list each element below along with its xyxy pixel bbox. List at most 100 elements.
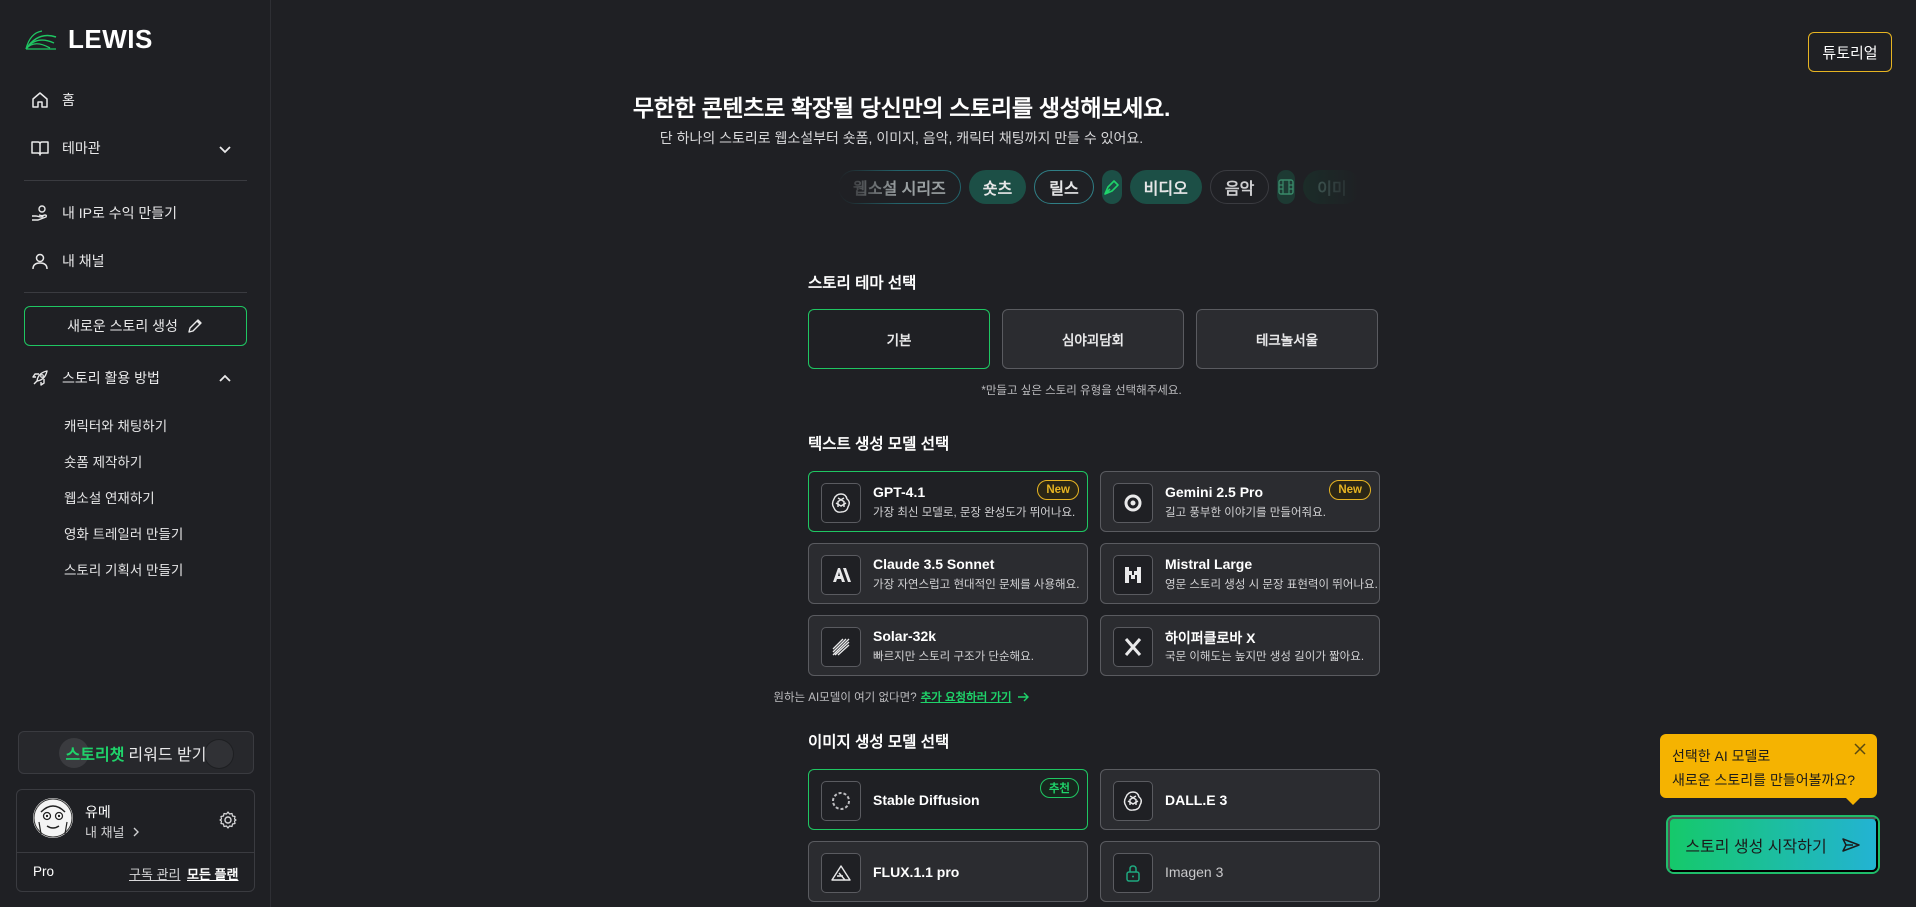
model-description: 영문 스토리 생성 시 문장 표현력이 뛰어나요. — [1165, 579, 1378, 591]
image-model-card-flux[interactable]: FLUX.1.1 pro — [808, 841, 1088, 902]
pencil-icon — [188, 319, 202, 333]
decoration-blob — [205, 740, 233, 768]
sidebar-subitem-proposal[interactable]: 스토리 기획서 만들기 — [64, 559, 183, 579]
profile-channel-label: 내 채널 — [85, 825, 125, 840]
hand-coin-icon — [32, 205, 48, 221]
image-model-card-imagen3[interactable]: Imagen 3 — [1100, 841, 1380, 902]
lock-icon — [1113, 853, 1153, 893]
new-badge: New — [1037, 480, 1079, 500]
recommended-badge: 추천 — [1039, 778, 1079, 798]
avatar[interactable] — [33, 798, 73, 838]
logo-text: LEWIS — [68, 24, 153, 54]
model-name: DALL.E 3 — [1165, 792, 1228, 808]
new-badge: New — [1329, 480, 1371, 500]
hero-subtitle-wrap: 단 하나의 스토리로 웹소설부터 숏폼, 이미지, 음악, 캐릭터 채팅까지 만… — [0, 128, 1916, 148]
reward-banner[interactable]: 스토리챗 리워드 받기 — [18, 731, 254, 774]
profile-card: 유메 내 채널 Pro 구독 관리 모든 플랜 — [16, 789, 255, 892]
carousel-fade-left — [838, 165, 898, 207]
send-icon — [1841, 837, 1860, 852]
theme-hint-wrap: *만들고 싶은 스토리 유형을 선택해주세요. — [0, 382, 1916, 398]
image-model-card-stable-diffusion[interactable]: Stable Diffusion 추천 — [808, 769, 1088, 830]
gemini-icon — [1113, 483, 1153, 523]
text-model-section-title: 텍스트 생성 모델 선택 — [808, 436, 950, 453]
user-icon — [32, 253, 48, 270]
sidebar-subitem-shortform[interactable]: 숏폼 제작하기 — [64, 451, 142, 471]
sidebar-subitem-character-chat[interactable]: 캐릭터와 채팅하기 — [64, 415, 167, 435]
chip-reels[interactable]: 릴스 — [1034, 170, 1094, 204]
sidebar-subitem-trailer[interactable]: 영화 트레일러 만들기 — [64, 523, 183, 543]
profile-name: 유메 — [85, 804, 111, 820]
theme-option-horror[interactable]: 심야괴담회 — [1002, 309, 1184, 369]
model-description: 가장 최신 모델로, 문장 완성도가 뛰어나요. — [873, 507, 1076, 519]
stability-icon — [821, 781, 861, 821]
flux-icon — [821, 853, 861, 893]
pen-tool-icon[interactable] — [1101, 170, 1122, 204]
film-icon[interactable] — [1277, 170, 1296, 204]
new-story-label: 새로운 스토리 생성 — [67, 318, 178, 334]
reward-highlight: 스토리챗 — [65, 746, 125, 764]
logo-icon — [25, 29, 57, 50]
text-model-card-gpt41[interactable]: GPT-4.1 가장 최신 모델로, 문장 완성도가 뛰어나요. New — [808, 471, 1088, 532]
tooltip-line: 새로운 스토리를 만들어볼까요? — [1672, 772, 1856, 788]
subscription-manage-link[interactable]: 구독 관리 — [129, 864, 180, 883]
theme-hint: *만들고 싶은 스토리 유형을 선택해주세요. — [981, 385, 1182, 397]
sidebar-subitem-webnovel[interactable]: 웹소설 연재하기 — [64, 487, 155, 507]
theme-option-basic[interactable]: 기본 — [808, 309, 990, 369]
sidebar-divider — [24, 180, 247, 181]
sidebar-item-ip-income[interactable]: 내 IP로 수익 만들기 — [30, 203, 177, 223]
sidebar-divider — [24, 292, 247, 293]
tooltip-line: 선택한 AI 모델로 — [1672, 748, 1771, 764]
chip-music[interactable]: 음악 — [1209, 170, 1270, 204]
model-name: 하이퍼클로바 X — [1165, 630, 1256, 646]
profile-channel-link[interactable]: 내 채널 — [85, 822, 141, 841]
text-model-card-mistral[interactable]: Mistral Large 영문 스토리 생성 시 문장 표현력이 뛰어나요. — [1100, 543, 1380, 604]
anthropic-icon — [821, 555, 861, 595]
chip-video[interactable]: 비디오 — [1129, 170, 1202, 204]
model-name: Stable Diffusion — [873, 792, 980, 808]
image-model-card-dalle3[interactable]: DALL.E 3 — [1100, 769, 1380, 830]
app-root: LEWIS 홈 테마관 내 IP로 수익 만들기 내 채널 새로운 스토리 생성 — [0, 0, 1916, 907]
model-description: 국문 이해도는 높지만 생성 길이가 짧아요. — [1165, 651, 1365, 663]
plan-label: Pro — [33, 864, 55, 879]
profile-divider — [17, 852, 254, 853]
image-model-section-title: 이미지 생성 모델 선택 — [808, 734, 950, 751]
theme-section-title: 스토리 테마 선택 — [808, 275, 917, 292]
model-description: 길고 풍부한 이야기를 만들어줘요. — [1165, 507, 1326, 519]
model-name: Solar-32k — [873, 628, 937, 644]
model-name: Mistral Large — [1165, 556, 1253, 572]
page-subtitle: 단 하나의 스토리로 웹소설부터 숏폼, 이미지, 음악, 캐릭터 채팅까지 만… — [659, 130, 1144, 146]
carousel-fade-right — [1298, 165, 1360, 207]
start-story-label: 스토리 생성 시작하기 — [1685, 838, 1827, 856]
text-model-card-hyperclova[interactable]: 하이퍼클로바 X 국문 이해도는 높지만 생성 길이가 짧아요. — [1100, 615, 1380, 676]
sidebar-item-label: 내 채널 — [62, 253, 105, 269]
tutorial-button[interactable]: 튜토리얼 — [1808, 32, 1892, 72]
text-model-card-solar[interactable]: Solar-32k 빠르지만 스토리 구조가 단순해요. — [808, 615, 1088, 676]
theme-option-tech-seoul[interactable]: 테크놀서울 — [1196, 309, 1378, 369]
clova-icon — [1113, 627, 1153, 667]
model-request-link[interactable]: 추가 요청하러 가기 — [921, 689, 1012, 705]
openai-icon — [821, 483, 861, 523]
model-tooltip: 선택한 AI 모델로 새로운 스토리를 만들어볼까요? — [1660, 734, 1877, 805]
close-icon[interactable] — [1853, 742, 1867, 756]
model-name: Claude 3.5 Sonnet — [873, 556, 995, 572]
model-name: Gemini 2.5 Pro — [1165, 484, 1264, 500]
gear-icon[interactable] — [218, 810, 238, 830]
model-request-wrap: 원하는 AI모델이 여기 없다면? 추가 요청하러 가기 — [0, 689, 1916, 705]
logo[interactable]: LEWIS — [24, 24, 153, 55]
new-story-button[interactable]: 새로운 스토리 생성 — [24, 306, 247, 346]
model-name: GPT-4.1 — [873, 484, 926, 500]
page-title: 무한한 콘텐츠로 확장될 당신만의 스토리를 생성해보세요. — [632, 95, 1171, 121]
model-request-text: 원하는 AI모델이 여기 없다면? — [773, 692, 917, 704]
hero-title-wrap: 무한한 콘텐츠로 확장될 당신만의 스토리를 생성해보세요. — [0, 89, 1916, 123]
sidebar-item-my-channel[interactable]: 내 채널 — [30, 251, 105, 271]
reward-text: 리워드 받기 — [128, 746, 207, 764]
start-story-button[interactable]: 스토리 생성 시작하기 — [1668, 817, 1878, 872]
solar-icon — [821, 627, 861, 667]
chip-shorts[interactable]: 숏츠 — [968, 170, 1027, 204]
arrow-right-icon[interactable] — [1016, 690, 1030, 704]
text-model-card-gemini[interactable]: Gemini 2.5 Pro 길고 풍부한 이야기를 만들어줘요. New — [1100, 471, 1380, 532]
all-plans-link[interactable]: 모든 플랜 — [187, 864, 238, 883]
avatar-face-icon — [33, 798, 73, 838]
text-model-card-claude[interactable]: Claude 3.5 Sonnet 가장 자연스럽고 현대적인 문체를 사용해요… — [808, 543, 1088, 604]
chevron-right-icon — [133, 827, 139, 836]
